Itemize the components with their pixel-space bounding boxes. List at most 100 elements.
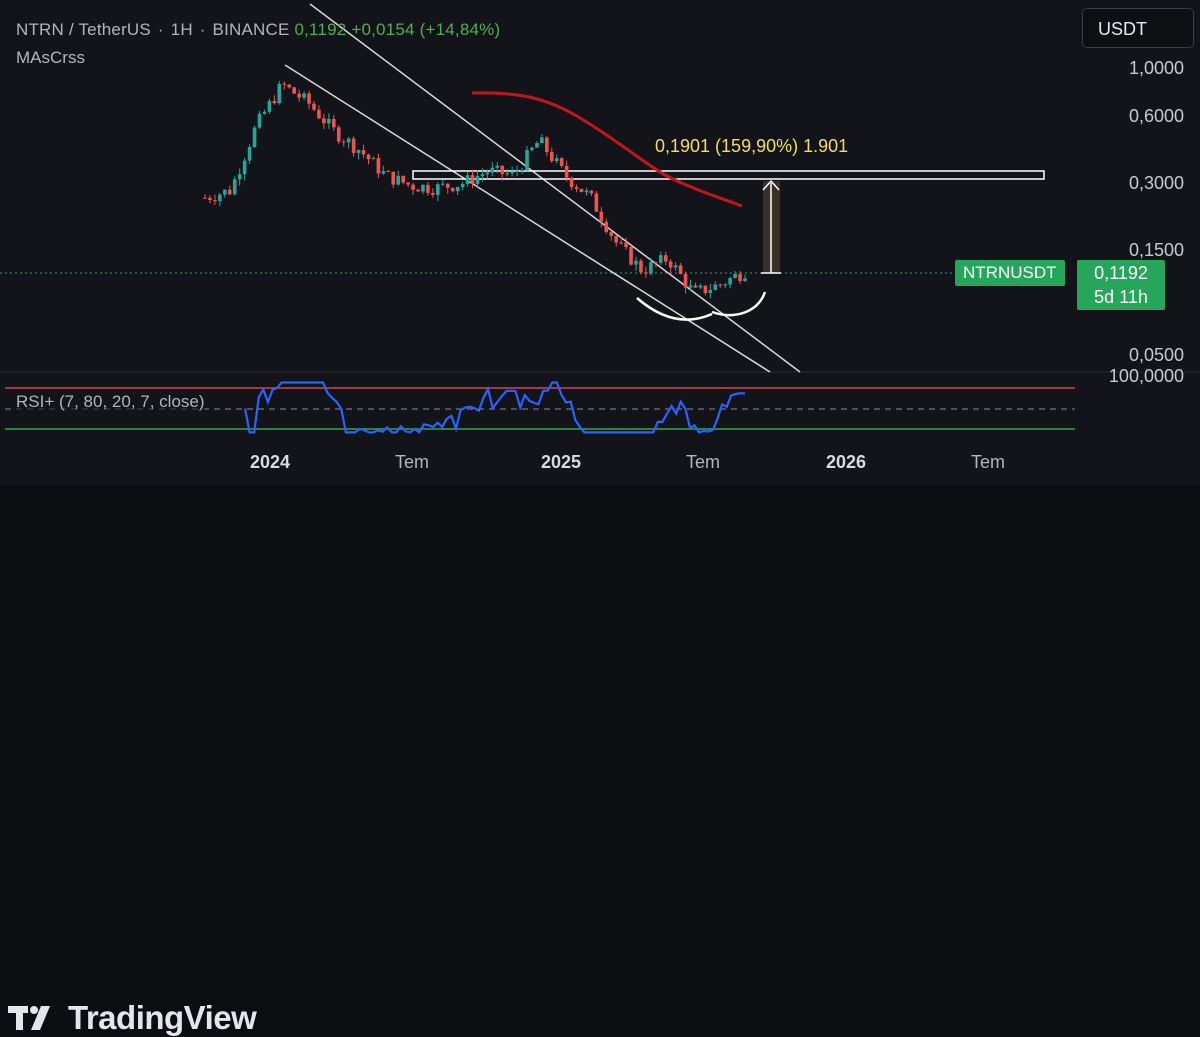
time-axis-label: 2025 [540,452,582,472]
chart-panel[interactable]: 0,1901 (159,90%) 1.901 NTRN / TetherUS ·… [0,0,1200,485]
candle-body [693,285,698,288]
tradingview-logo[interactable]: TradingView [8,999,257,1037]
candle-body [535,143,539,148]
candle-body [470,175,475,184]
candle-body [366,154,371,160]
candle-body [658,255,663,263]
candle-body [743,278,747,282]
candle-body [401,175,405,183]
candle-body [406,182,410,185]
candle-body [644,272,648,274]
candle-body [307,93,311,104]
candle-body [341,141,346,143]
candle-body [619,242,623,244]
rsi-line [243,381,746,435]
candle-body [634,260,638,265]
candle-body [455,186,460,192]
candle-body [203,197,207,199]
candle-body [416,189,420,192]
candle-body [262,111,267,114]
candle-body [426,184,430,193]
candle-body [520,170,524,172]
candle-body [713,284,718,290]
candle-body [683,273,688,288]
candle-body [688,285,693,288]
candle-body [297,93,301,98]
candle-body [718,284,723,286]
candle-body [554,158,559,162]
candle-body [649,262,653,274]
symbol-tag: NTRNUSDT [955,260,1065,286]
symbol-legend[interactable]: NTRN / TetherUS · 1H · BINANCE 0,1192 +0… [16,20,500,40]
candle-body [738,274,742,282]
candle-body [609,232,614,236]
candle-body [495,165,500,168]
candle-body [411,184,415,190]
time-axis-label: 2024 [249,452,291,472]
candle-body [277,83,282,104]
time-axis-label: 2026 [825,452,867,472]
symbol-name[interactable]: NTRN / TetherUS [16,20,151,39]
candle-body [465,175,470,184]
candles-group [203,80,747,299]
candle-body [336,127,341,142]
candle-body [431,192,435,195]
candle-body [396,175,401,185]
price-change: +0,0154 [351,20,415,39]
price-axis-label: 0,1500 [1128,240,1184,260]
candle-body [440,183,445,185]
rsi-group [243,381,746,435]
candle-body [292,87,296,94]
candle-body [356,150,361,153]
candle-body [391,171,396,185]
time-axis-label: Tem [970,452,1006,472]
candle-body [252,127,257,148]
candle-body [381,171,386,174]
rsi-indicator-label[interactable]: RSI+ (7, 80, 20, 7, close) [16,392,205,412]
candle-body [530,147,534,151]
currency-button[interactable]: USDT [1082,8,1194,48]
candle-body [312,103,316,110]
candle-body [614,235,618,243]
candle-body [505,173,510,175]
candle-body [242,160,247,175]
chart-canvas[interactable]: 0,1901 (159,90%) 1.901 [0,0,1200,485]
candle-body [480,174,485,177]
candle-body [386,171,391,173]
price-tag: 0,1192 5d 11h [1077,260,1165,310]
candle-body [500,165,505,175]
interval-label[interactable]: 1H [171,20,193,39]
candle-body [574,186,579,189]
candle-body [208,197,212,201]
candle-body [673,265,678,268]
candle-body [490,167,495,173]
candle-body [445,183,450,188]
candle-body [723,284,727,286]
candle-body [678,265,683,274]
candle-body [460,183,465,187]
candle-body [361,150,366,155]
candle-body [232,179,237,195]
candle-body [559,158,564,166]
candle-body [272,100,277,104]
tradingview-logo-icon [8,1006,50,1030]
candle-body [708,289,713,294]
candle-body [545,137,549,153]
indicator-label[interactable]: MAsCrss [16,48,85,68]
candle-body [267,100,272,112]
price-change-pct: (+14,84%) [419,20,501,39]
candle-body [450,187,455,192]
candle-body [525,150,529,171]
candle-body [510,171,514,174]
candle-body [485,172,490,175]
price-axis-label: 0,0500 [1128,345,1184,365]
measure-label: 0,1901 (159,90%) 1.901 [655,136,848,156]
candle-body [549,152,554,162]
candle-body [599,211,604,222]
candle-body [475,176,480,184]
candle-body [223,189,227,195]
candle-body [351,138,356,153]
candle-body [703,285,708,294]
candle-body [302,93,306,98]
candle-body [589,190,594,194]
